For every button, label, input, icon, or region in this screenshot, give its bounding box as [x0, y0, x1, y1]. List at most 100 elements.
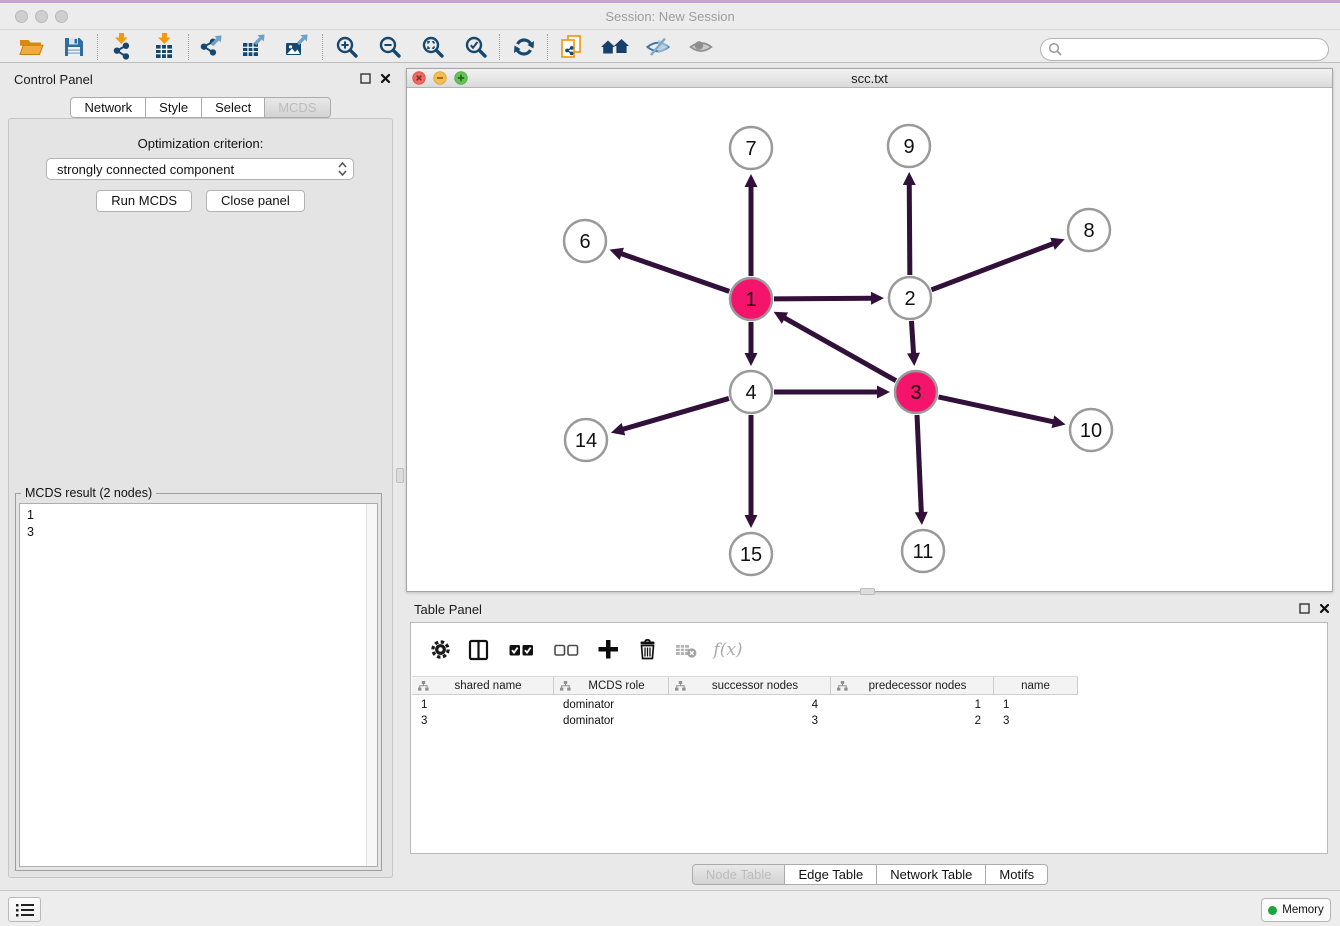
- control-panel-tabs: Network Style Select MCDS: [6, 97, 395, 118]
- memory-button[interactable]: Memory: [1261, 898, 1331, 922]
- tab-style[interactable]: Style: [145, 97, 202, 118]
- checked-boxes-icon: [509, 641, 534, 659]
- save-session-button[interactable]: [52, 32, 95, 62]
- svg-text:15: 15: [740, 544, 762, 566]
- tab-select[interactable]: Select: [201, 97, 265, 118]
- zoom-selected-button[interactable]: [454, 32, 497, 62]
- tab-mcds[interactable]: MCDS: [264, 97, 330, 118]
- close-panel-icon[interactable]: [380, 73, 391, 84]
- eye-button[interactable]: [679, 32, 722, 62]
- table-cell[interactable]: 4: [669, 697, 831, 713]
- graph-node-1[interactable]: 1: [730, 278, 772, 320]
- close-panel-button[interactable]: Close panel: [206, 190, 305, 212]
- tab-node-table[interactable]: Node Table: [692, 864, 786, 885]
- table-cell[interactable]: dominator: [554, 713, 669, 729]
- column-header-MCDS-role[interactable]: MCDS role: [554, 677, 669, 694]
- graph-node-4[interactable]: 4: [730, 371, 772, 413]
- create-column-button[interactable]: [596, 638, 620, 662]
- deselect-all-button[interactable]: [551, 638, 581, 662]
- refresh-layout-button[interactable]: [502, 32, 545, 62]
- svg-text:10: 10: [1080, 420, 1102, 442]
- graph-node-11[interactable]: 11: [902, 530, 944, 572]
- column-header-predecessor-nodes[interactable]: predecessor nodes: [831, 677, 994, 694]
- graph-node-15[interactable]: 15: [730, 533, 772, 575]
- graph-edge-2-3[interactable]: [911, 321, 913, 354]
- table-cell[interactable]: 2: [831, 713, 994, 729]
- export-network-button[interactable]: [191, 32, 234, 62]
- svg-text:1: 1: [745, 289, 756, 311]
- select-all-button[interactable]: [506, 638, 536, 662]
- mcds-result-list[interactable]: 1 3: [19, 503, 378, 867]
- table-cell[interactable]: 1: [994, 697, 1078, 713]
- graph-node-6[interactable]: 6: [564, 220, 606, 262]
- table-row[interactable]: 1dominator411: [412, 697, 1078, 713]
- network-graph[interactable]: 7 9 6 8 1 2 4 3 14 10 15 11: [407, 88, 1332, 591]
- zoom-in-button[interactable]: [325, 32, 368, 62]
- float-panel-icon[interactable]: [1299, 603, 1310, 614]
- tab-edge-table[interactable]: Edge Table: [784, 864, 877, 885]
- zoom-out-button[interactable]: [368, 32, 411, 62]
- table-cell[interactable]: 1: [831, 697, 994, 713]
- graph-node-2[interactable]: 2: [889, 277, 931, 319]
- float-panel-icon[interactable]: [360, 73, 371, 84]
- graph-node-14[interactable]: 14: [565, 419, 607, 461]
- graph-edge-1-2[interactable]: [774, 298, 872, 299]
- network-window-titlebar[interactable]: scc.txt: [407, 69, 1332, 88]
- task-history-button[interactable]: [8, 897, 41, 922]
- import-network-button[interactable]: [100, 32, 143, 62]
- export-image-button[interactable]: [277, 32, 320, 62]
- import-table-button[interactable]: [143, 32, 186, 62]
- graph-edge-3-11[interactable]: [917, 415, 921, 513]
- graph-edge-arrowhead: [745, 515, 758, 528]
- table-cell[interactable]: 3: [412, 713, 554, 729]
- table-cell[interactable]: 3: [669, 713, 831, 729]
- graph-node-9[interactable]: 9: [888, 125, 930, 167]
- mcds-result-line: 3: [27, 524, 361, 541]
- table-header-row[interactable]: shared nameMCDS rolesuccessor nodesprede…: [412, 676, 1078, 695]
- criterion-dropdown[interactable]: strongly connected component: [46, 158, 354, 180]
- duplicate-network-button[interactable]: [550, 32, 593, 62]
- column-header-name[interactable]: name: [994, 677, 1078, 694]
- table-settings-button[interactable]: [428, 638, 452, 662]
- zoom-in-icon: [335, 35, 359, 59]
- graph-node-10[interactable]: 10: [1070, 409, 1112, 451]
- result-scrollbar[interactable]: [366, 504, 377, 866]
- column-header-shared-name[interactable]: shared name: [412, 677, 554, 694]
- graph-node-8[interactable]: 8: [1068, 209, 1110, 251]
- graph-edge-2-8[interactable]: [932, 243, 1054, 289]
- graph-edge-arrowhead: [907, 353, 920, 366]
- splitpane-divider-handle[interactable]: [860, 588, 875, 595]
- splitpane-divider-handle[interactable]: [396, 468, 404, 483]
- show-columns-button[interactable]: [467, 638, 491, 662]
- table-cell[interactable]: 3: [994, 713, 1078, 729]
- svg-text:6: 6: [579, 231, 590, 253]
- zoom-out-icon: [378, 35, 402, 59]
- graph-edge-3-10[interactable]: [938, 397, 1053, 422]
- graph-edge-3-1[interactable]: [784, 318, 896, 381]
- graph-edge-4-14[interactable]: [622, 398, 728, 429]
- open-session-button[interactable]: [9, 32, 52, 62]
- close-panel-icon[interactable]: [1319, 603, 1330, 614]
- table-cell[interactable]: 1: [412, 697, 554, 713]
- run-mcds-button[interactable]: Run MCDS: [96, 190, 192, 212]
- homes-button[interactable]: [593, 32, 636, 62]
- svg-text:11: 11: [913, 541, 934, 563]
- table-cell[interactable]: dominator: [554, 697, 669, 713]
- graph-node-3[interactable]: 3: [895, 371, 937, 413]
- svg-text:4: 4: [745, 382, 756, 404]
- graph-edge-1-6[interactable]: [621, 254, 729, 292]
- search-input[interactable]: [1063, 41, 1328, 59]
- tab-network[interactable]: Network: [70, 97, 146, 118]
- tab-motifs[interactable]: Motifs: [985, 864, 1048, 885]
- delete-column-button[interactable]: [635, 638, 659, 662]
- graph-node-7[interactable]: 7: [730, 127, 772, 169]
- network-canvas[interactable]: 7 9 6 8 1 2 4 3 14 10 15 11: [407, 88, 1332, 591]
- zoom-fit-button[interactable]: [411, 32, 454, 62]
- export-table-button[interactable]: [234, 32, 277, 62]
- table-row[interactable]: 3dominator323: [412, 713, 1078, 729]
- tab-network-table[interactable]: Network Table: [876, 864, 986, 885]
- search-field[interactable]: [1040, 38, 1329, 61]
- column-header-successor-nodes[interactable]: successor nodes: [669, 677, 831, 694]
- graph-edge-2-9[interactable]: [909, 184, 910, 275]
- hide-eye-button[interactable]: [636, 32, 679, 62]
